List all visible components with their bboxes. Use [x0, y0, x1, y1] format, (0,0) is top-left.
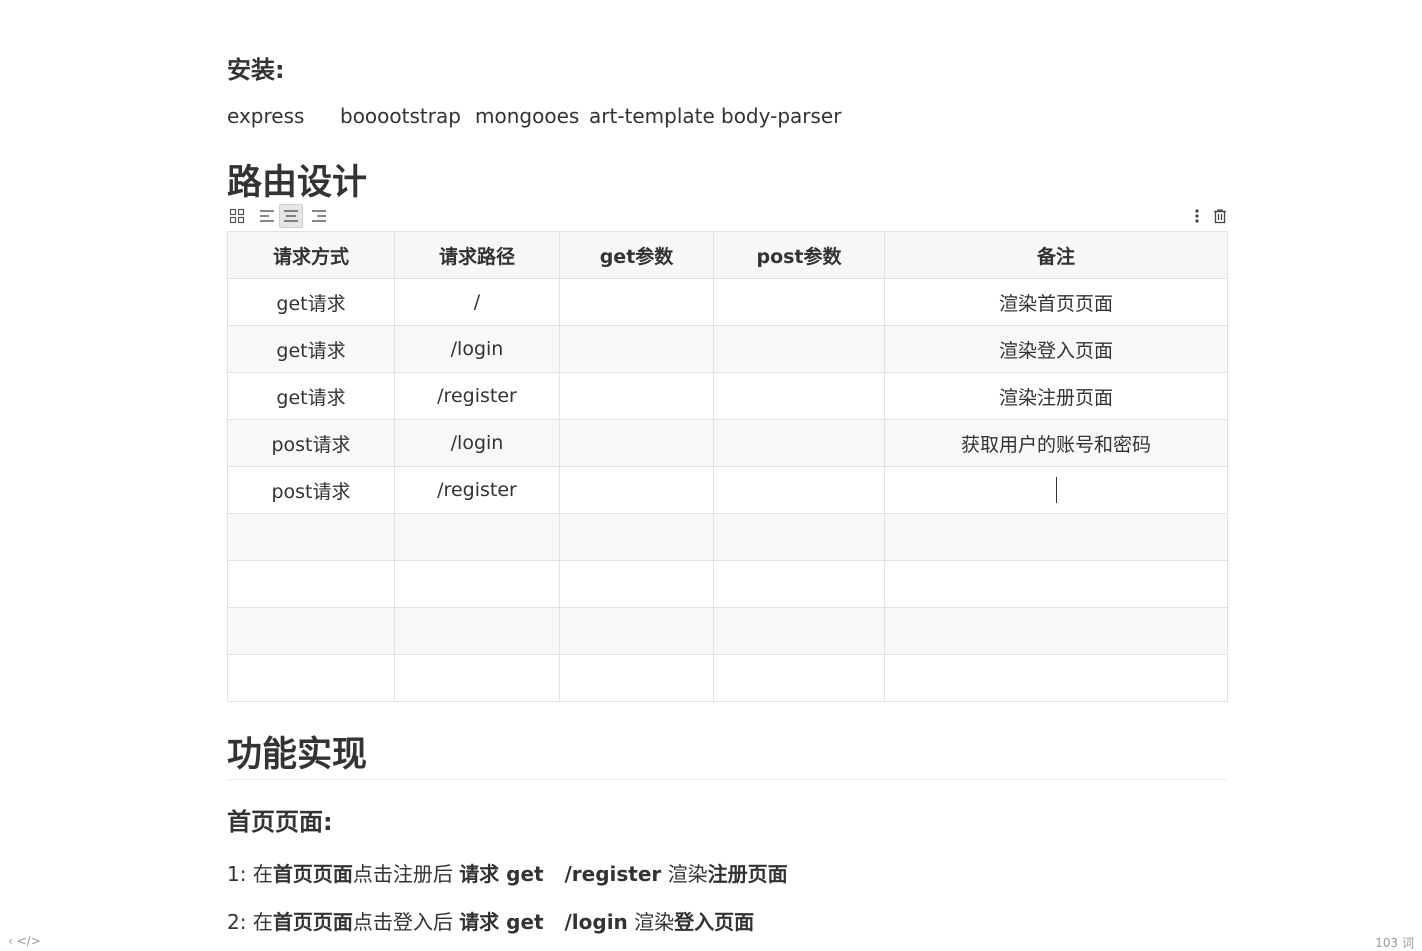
table-header-row: 请求方式 请求路径 get参数 post参数 备注 [227, 231, 1228, 279]
table-cell[interactable] [559, 560, 714, 608]
text-span: 2: 在 [227, 910, 273, 934]
text-span: 点击注册后 [352, 862, 460, 886]
table-cell[interactable] [713, 278, 885, 326]
table-cell[interactable] [713, 654, 885, 702]
table-cell[interactable] [394, 607, 560, 655]
table-row [227, 654, 1228, 702]
table-cell[interactable]: 渲染注册页面 [884, 372, 1228, 420]
table-cell[interactable] [559, 513, 714, 561]
table-cell[interactable] [884, 560, 1228, 608]
footer-source-toggle[interactable]: ‹ </> [8, 934, 41, 948]
text-span: 渲染 [627, 910, 675, 934]
table-cell[interactable] [713, 513, 885, 561]
more-icon[interactable] [1185, 204, 1209, 228]
header-notes[interactable]: 备注 [884, 231, 1228, 279]
header-post-params[interactable]: post参数 [713, 231, 885, 279]
table-cell[interactable]: /login [394, 325, 560, 373]
table-toolbar [227, 204, 1227, 230]
table-cell[interactable]: /login [394, 419, 560, 467]
table-cell[interactable] [713, 419, 885, 467]
table-cell[interactable] [713, 560, 885, 608]
table-cell[interactable] [884, 513, 1228, 561]
footer-word-count: 103 词 [1375, 936, 1414, 950]
table-cell[interactable]: get请求 [227, 372, 395, 420]
table-cell[interactable] [559, 278, 714, 326]
grid-icon[interactable] [225, 204, 249, 228]
table-cell[interactable] [559, 419, 714, 467]
table-cell[interactable]: post请求 [227, 466, 395, 514]
table-row [227, 607, 1228, 655]
table-row [227, 513, 1228, 561]
table-cell[interactable]: /register [394, 466, 560, 514]
header-method[interactable]: 请求方式 [227, 231, 395, 279]
table-cell[interactable] [394, 513, 560, 561]
table-cell[interactable] [713, 607, 885, 655]
bold-span: 注册页面 [707, 862, 788, 886]
package-art-template: art-template [589, 104, 715, 128]
table-cell[interactable] [559, 372, 714, 420]
package-body-parser: body-parser [721, 104, 842, 128]
header-get-params[interactable]: get参数 [559, 231, 714, 279]
table-cell[interactable] [394, 560, 560, 608]
bold-span: 请求 get /login [459, 910, 628, 934]
package-express: express [227, 104, 305, 128]
table-cell[interactable]: / [394, 278, 560, 326]
table-cell[interactable]: 渲染首页页面 [884, 278, 1228, 326]
table-cell[interactable]: 渲染登入页面 [884, 325, 1228, 373]
bold-span: 首页页面 [272, 862, 353, 886]
table-cell[interactable] [884, 607, 1228, 655]
table-row: get请求 / 渲染首页页面 [227, 278, 1228, 326]
table-cell[interactable] [559, 607, 714, 655]
feature-line-2: 2: 在首页页面点击登入后 请求 get /login 渲染登入页面 [227, 906, 754, 935]
table-cell[interactable] [713, 372, 885, 420]
divider [227, 779, 1227, 780]
package-bootstrap: booootstrap [340, 104, 461, 128]
table-cell[interactable] [394, 654, 560, 702]
text-span: 点击登入后 [352, 910, 460, 934]
install-heading: 安装: [227, 56, 285, 84]
table-cell[interactable] [559, 466, 714, 514]
table-cell[interactable] [227, 654, 395, 702]
package-mongoose: mongooes [475, 104, 580, 128]
table-row: post请求 /login 获取用户的账号和密码 [227, 419, 1228, 467]
table-cell[interactable]: post请求 [227, 419, 395, 467]
trash-icon[interactable] [1208, 204, 1232, 228]
table-row: get请求 /login 渲染登入页面 [227, 325, 1228, 373]
align-center-icon[interactable] [279, 204, 303, 228]
table-cell[interactable]: 获取用户的账号和密码 [884, 419, 1228, 467]
home-page-heading: 首页页面: [227, 808, 333, 836]
table-cell[interactable] [559, 654, 714, 702]
route-table: 请求方式 请求路径 get参数 post参数 备注 get请求 / 渲染首页页面… [227, 231, 1228, 702]
features-heading: 功能实现 [227, 735, 368, 775]
table-row: get请求 /register 渲染注册页面 [227, 372, 1228, 420]
table-cell[interactable] [559, 325, 714, 373]
table-cell[interactable]: /register [394, 372, 560, 420]
table-cell[interactable] [227, 513, 395, 561]
align-left-icon[interactable] [255, 204, 279, 228]
bold-span: 请求 get /register [459, 862, 662, 886]
header-path[interactable]: 请求路径 [394, 231, 560, 279]
table-row: post请求 /register [227, 466, 1228, 514]
text-span: 1: 在 [227, 862, 273, 886]
table-cell[interactable] [884, 654, 1228, 702]
table-cell-active[interactable] [884, 466, 1228, 514]
table-cell[interactable]: get请求 [227, 278, 395, 326]
text-span: 渲染 [661, 862, 708, 886]
table-cell[interactable] [713, 466, 885, 514]
table-row [227, 560, 1228, 608]
table-cell[interactable]: get请求 [227, 325, 395, 373]
table-cell[interactable] [227, 560, 395, 608]
bold-span: 登入页面 [674, 910, 755, 934]
table-cell[interactable] [227, 607, 395, 655]
bold-span: 首页页面 [272, 910, 353, 934]
route-design-heading: 路由设计 [227, 163, 368, 203]
text-cursor [1055, 477, 1057, 503]
table-cell[interactable] [713, 325, 885, 373]
feature-line-1: 1: 在首页页面点击注册后 请求 get /register 渲染注册页面 [227, 858, 788, 887]
align-right-icon[interactable] [307, 204, 331, 228]
